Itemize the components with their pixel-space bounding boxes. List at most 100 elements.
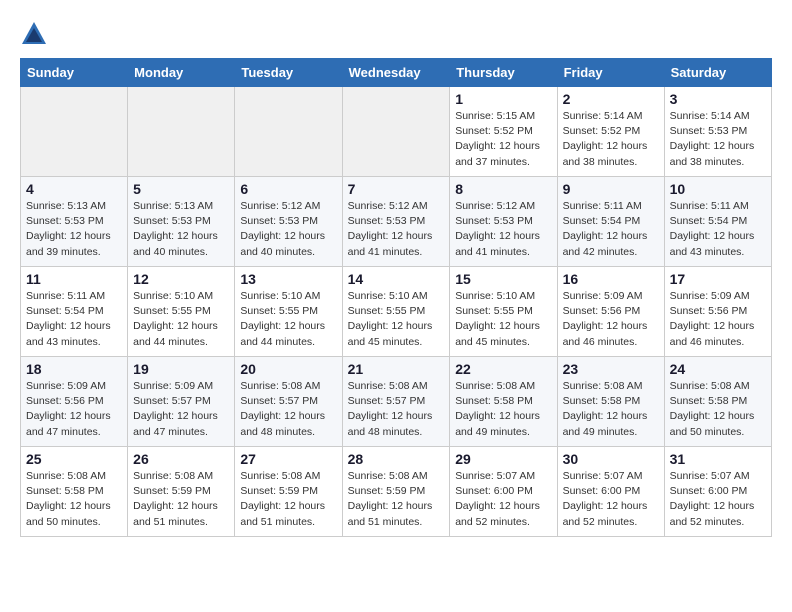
day-info: Sunrise: 5:15 AM Sunset: 5:52 PM Dayligh… (455, 109, 551, 170)
calendar-cell: 13 Sunrise: 5:10 AM Sunset: 5:55 PM Dayli… (235, 267, 342, 357)
day-number: 24 (670, 361, 766, 377)
day-number: 13 (240, 271, 336, 287)
day-number: 11 (26, 271, 122, 287)
day-number: 3 (670, 91, 766, 107)
day-number: 7 (348, 181, 445, 197)
calendar-cell: 12 Sunrise: 5:10 AM Sunset: 5:55 PM Dayli… (128, 267, 235, 357)
header-day-monday: Monday (128, 59, 235, 87)
day-number: 6 (240, 181, 336, 197)
calendar-cell: 10 Sunrise: 5:11 AM Sunset: 5:54 PM Dayli… (664, 177, 771, 267)
calendar-cell: 3 Sunrise: 5:14 AM Sunset: 5:53 PM Daylig… (664, 87, 771, 177)
day-number: 17 (670, 271, 766, 287)
day-number: 22 (455, 361, 551, 377)
day-number: 5 (133, 181, 229, 197)
day-number: 1 (455, 91, 551, 107)
calendar-cell: 5 Sunrise: 5:13 AM Sunset: 5:53 PM Daylig… (128, 177, 235, 267)
calendar-cell: 16 Sunrise: 5:09 AM Sunset: 5:56 PM Dayli… (557, 267, 664, 357)
calendar-cell: 6 Sunrise: 5:12 AM Sunset: 5:53 PM Daylig… (235, 177, 342, 267)
calendar-cell: 25 Sunrise: 5:08 AM Sunset: 5:58 PM Dayli… (21, 447, 128, 537)
calendar-cell: 31Sunrise: 5:07 AM Sunset: 6:00 PM Dayli… (664, 447, 771, 537)
day-number: 9 (563, 181, 659, 197)
header-row: SundayMondayTuesdayWednesdayThursdayFrid… (21, 59, 772, 87)
week-row-1: 1 Sunrise: 5:15 AM Sunset: 5:52 PM Daylig… (21, 87, 772, 177)
header-day-sunday: Sunday (21, 59, 128, 87)
day-info: Sunrise: 5:08 AM Sunset: 5:57 PM Dayligh… (348, 379, 445, 440)
day-info: Sunrise: 5:11 AM Sunset: 5:54 PM Dayligh… (670, 199, 766, 260)
day-number: 27 (240, 451, 336, 467)
header-day-wednesday: Wednesday (342, 59, 450, 87)
day-number: 30 (563, 451, 659, 467)
day-info: Sunrise: 5:14 AM Sunset: 5:53 PM Dayligh… (670, 109, 766, 170)
day-info: Sunrise: 5:10 AM Sunset: 5:55 PM Dayligh… (133, 289, 229, 350)
calendar-cell: 28Sunrise: 5:08 AM Sunset: 5:59 PM Dayli… (342, 447, 450, 537)
day-info: Sunrise: 5:08 AM Sunset: 5:59 PM Dayligh… (240, 469, 336, 530)
day-info: Sunrise: 5:10 AM Sunset: 5:55 PM Dayligh… (240, 289, 336, 350)
day-info: Sunrise: 5:09 AM Sunset: 5:56 PM Dayligh… (670, 289, 766, 350)
day-number: 16 (563, 271, 659, 287)
day-number: 4 (26, 181, 122, 197)
day-info: Sunrise: 5:07 AM Sunset: 6:00 PM Dayligh… (670, 469, 766, 530)
day-info: Sunrise: 5:07 AM Sunset: 6:00 PM Dayligh… (455, 469, 551, 530)
calendar-cell: 4 Sunrise: 5:13 AM Sunset: 5:53 PM Daylig… (21, 177, 128, 267)
day-number: 10 (670, 181, 766, 197)
day-info: Sunrise: 5:12 AM Sunset: 5:53 PM Dayligh… (348, 199, 445, 260)
day-number: 12 (133, 271, 229, 287)
calendar-cell: 29 Sunrise: 5:07 AM Sunset: 6:00 PM Dayli… (450, 447, 557, 537)
day-info: Sunrise: 5:08 AM Sunset: 5:59 PM Dayligh… (348, 469, 445, 530)
day-info: Sunrise: 5:08 AM Sunset: 5:58 PM Dayligh… (670, 379, 766, 440)
day-number: 8 (455, 181, 551, 197)
calendar-cell: 1 Sunrise: 5:15 AM Sunset: 5:52 PM Daylig… (450, 87, 557, 177)
week-row-4: 18 Sunrise: 5:09 AM Sunset: 5:56 PM Dayli… (21, 357, 772, 447)
calendar-cell: 24 Sunrise: 5:08 AM Sunset: 5:58 PM Dayli… (664, 357, 771, 447)
day-info: Sunrise: 5:13 AM Sunset: 5:53 PM Dayligh… (133, 199, 229, 260)
day-info: Sunrise: 5:08 AM Sunset: 5:58 PM Dayligh… (26, 469, 122, 530)
day-number: 23 (563, 361, 659, 377)
header-day-tuesday: Tuesday (235, 59, 342, 87)
header-day-thursday: Thursday (450, 59, 557, 87)
calendar-cell (128, 87, 235, 177)
calendar-cell (235, 87, 342, 177)
calendar-cell: 15Sunrise: 5:10 AM Sunset: 5:55 PM Dayli… (450, 267, 557, 357)
header-day-friday: Friday (557, 59, 664, 87)
calendar-cell (21, 87, 128, 177)
calendar-cell: 9Sunrise: 5:11 AM Sunset: 5:54 PM Daylig… (557, 177, 664, 267)
logo-icon (20, 20, 48, 48)
day-info: Sunrise: 5:08 AM Sunset: 5:58 PM Dayligh… (563, 379, 659, 440)
day-info: Sunrise: 5:09 AM Sunset: 5:56 PM Dayligh… (26, 379, 122, 440)
calendar-cell: 2Sunrise: 5:14 AM Sunset: 5:52 PM Daylig… (557, 87, 664, 177)
calendar-cell: 30 Sunrise: 5:07 AM Sunset: 6:00 PM Dayli… (557, 447, 664, 537)
calendar-cell: 14Sunrise: 5:10 AM Sunset: 5:55 PM Dayli… (342, 267, 450, 357)
day-info: Sunrise: 5:09 AM Sunset: 5:57 PM Dayligh… (133, 379, 229, 440)
header-day-saturday: Saturday (664, 59, 771, 87)
day-number: 14 (348, 271, 445, 287)
day-number: 15 (455, 271, 551, 287)
day-info: Sunrise: 5:14 AM Sunset: 5:52 PM Dayligh… (563, 109, 659, 170)
calendar-table: SundayMondayTuesdayWednesdayThursdayFrid… (20, 58, 772, 537)
day-info: Sunrise: 5:12 AM Sunset: 5:53 PM Dayligh… (455, 199, 551, 260)
page-header (20, 20, 772, 48)
calendar-cell: 23 Sunrise: 5:08 AM Sunset: 5:58 PM Dayli… (557, 357, 664, 447)
calendar-cell: 19 Sunrise: 5:09 AM Sunset: 5:57 PM Dayli… (128, 357, 235, 447)
day-info: Sunrise: 5:08 AM Sunset: 5:57 PM Dayligh… (240, 379, 336, 440)
day-number: 26 (133, 451, 229, 467)
day-number: 25 (26, 451, 122, 467)
calendar-cell: 22 Sunrise: 5:08 AM Sunset: 5:58 PM Dayli… (450, 357, 557, 447)
calendar-cell: 11 Sunrise: 5:11 AM Sunset: 5:54 PM Dayli… (21, 267, 128, 357)
day-number: 29 (455, 451, 551, 467)
calendar-cell: 26Sunrise: 5:08 AM Sunset: 5:59 PM Dayli… (128, 447, 235, 537)
calendar-cell: 7 Sunrise: 5:12 AM Sunset: 5:53 PM Daylig… (342, 177, 450, 267)
day-info: Sunrise: 5:07 AM Sunset: 6:00 PM Dayligh… (563, 469, 659, 530)
calendar-cell (342, 87, 450, 177)
day-number: 21 (348, 361, 445, 377)
calendar-cell: 18 Sunrise: 5:09 AM Sunset: 5:56 PM Dayli… (21, 357, 128, 447)
day-info: Sunrise: 5:09 AM Sunset: 5:56 PM Dayligh… (563, 289, 659, 350)
calendar-cell: 21 Sunrise: 5:08 AM Sunset: 5:57 PM Dayli… (342, 357, 450, 447)
day-info: Sunrise: 5:11 AM Sunset: 5:54 PM Dayligh… (26, 289, 122, 350)
day-info: Sunrise: 5:12 AM Sunset: 5:53 PM Dayligh… (240, 199, 336, 260)
day-number: 19 (133, 361, 229, 377)
logo (20, 20, 52, 48)
day-info: Sunrise: 5:08 AM Sunset: 5:58 PM Dayligh… (455, 379, 551, 440)
day-number: 18 (26, 361, 122, 377)
day-info: Sunrise: 5:13 AM Sunset: 5:53 PM Dayligh… (26, 199, 122, 260)
calendar-cell: 8 Sunrise: 5:12 AM Sunset: 5:53 PM Daylig… (450, 177, 557, 267)
